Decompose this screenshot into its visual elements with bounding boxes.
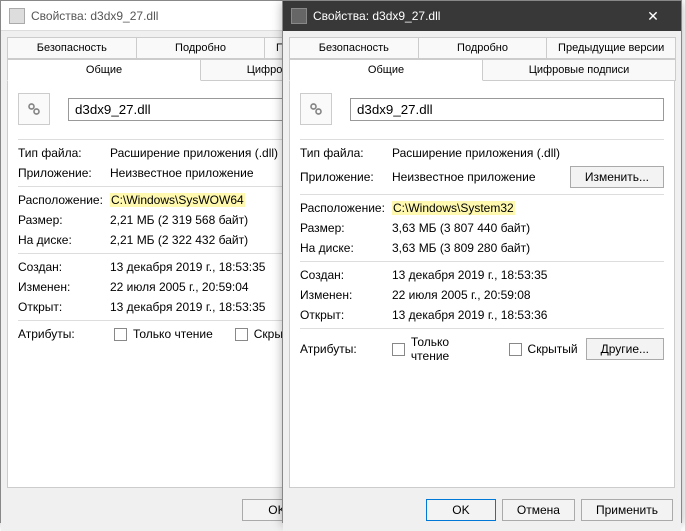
other-button[interactable]: Другие... bbox=[586, 338, 664, 360]
filename-input[interactable] bbox=[350, 98, 664, 121]
window-title: Свойства: d3dx9_27.dll bbox=[31, 9, 158, 23]
checkbox-readonly[interactable] bbox=[114, 328, 127, 341]
value-filetype: Расширение приложения (.dll) bbox=[392, 146, 664, 160]
label-attributes: Атрибуты: bbox=[18, 327, 110, 341]
checkbox-readonly[interactable] bbox=[392, 343, 405, 356]
tab-details[interactable]: Подробно bbox=[418, 37, 548, 59]
label-size: Размер: bbox=[18, 213, 110, 227]
tab-general[interactable]: Общие bbox=[289, 59, 483, 81]
tabs: Безопасность Подробно Предыдущие версии … bbox=[283, 31, 681, 81]
file-type-icon bbox=[18, 93, 50, 125]
value-ondisk: 3,63 МБ (3 809 280 байт) bbox=[392, 241, 664, 255]
tab-content: Тип файла:Расширение приложения (.dll) П… bbox=[289, 80, 675, 488]
label-readonly: Только чтение bbox=[133, 327, 213, 341]
value-accessed: 13 декабря 2019 г., 18:53:36 bbox=[392, 308, 664, 322]
window-title: Свойства: d3dx9_27.dll bbox=[313, 9, 440, 23]
properties-dialog-front: Свойства: d3dx9_27.dll ✕ Безопасность По… bbox=[282, 0, 682, 523]
label-modified: Изменен: bbox=[300, 288, 392, 302]
value-location: C:\Windows\SysWOW64 bbox=[110, 193, 245, 207]
tab-security[interactable]: Безопасность bbox=[289, 37, 419, 59]
label-filetype: Тип файла: bbox=[300, 146, 392, 160]
dialog-footer: OK Отмена Применить bbox=[283, 489, 681, 531]
label-modified: Изменен: bbox=[18, 280, 110, 294]
label-accessed: Открыт: bbox=[18, 300, 110, 314]
app-icon bbox=[9, 8, 25, 24]
tab-general[interactable]: Общие bbox=[7, 59, 201, 81]
label-filetype: Тип файла: bbox=[18, 146, 110, 160]
label-readonly: Только чтение bbox=[411, 335, 488, 363]
close-button[interactable]: ✕ bbox=[633, 1, 673, 31]
ok-button[interactable]: OK bbox=[426, 499, 496, 521]
label-location: Расположение: bbox=[18, 193, 110, 207]
label-created: Создан: bbox=[300, 268, 392, 282]
cancel-button[interactable]: Отмена bbox=[502, 499, 575, 521]
label-hidden: Скрытый bbox=[528, 342, 578, 356]
file-type-icon bbox=[300, 93, 332, 125]
checkbox-hidden[interactable] bbox=[509, 343, 522, 356]
tab-details[interactable]: Подробно bbox=[136, 37, 266, 59]
label-ondisk: На диске: bbox=[300, 241, 392, 255]
value-location: C:\Windows\System32 bbox=[392, 201, 515, 215]
label-size: Размер: bbox=[300, 221, 392, 235]
tab-digital-signatures[interactable]: Цифровые подписи bbox=[482, 59, 676, 81]
label-app: Приложение: bbox=[300, 170, 392, 184]
value-app: Неизвестное приложение bbox=[392, 170, 570, 184]
apply-button[interactable]: Применить bbox=[581, 499, 673, 521]
value-created: 13 декабря 2019 г., 18:53:35 bbox=[392, 268, 664, 282]
tab-security[interactable]: Безопасность bbox=[7, 37, 137, 59]
checkbox-hidden[interactable] bbox=[235, 328, 248, 341]
label-created: Создан: bbox=[18, 260, 110, 274]
app-icon bbox=[291, 8, 307, 24]
label-app: Приложение: bbox=[18, 166, 110, 180]
value-modified: 22 июля 2005 г., 20:59:08 bbox=[392, 288, 664, 302]
label-attributes: Атрибуты: bbox=[300, 342, 388, 356]
label-ondisk: На диске: bbox=[18, 233, 110, 247]
change-button[interactable]: Изменить... bbox=[570, 166, 664, 188]
value-size: 3,63 МБ (3 807 440 байт) bbox=[392, 221, 664, 235]
label-accessed: Открыт: bbox=[300, 308, 392, 322]
titlebar[interactable]: Свойства: d3dx9_27.dll ✕ bbox=[283, 1, 681, 31]
tab-previous-versions[interactable]: Предыдущие версии bbox=[546, 37, 676, 59]
label-location: Расположение: bbox=[300, 201, 392, 215]
